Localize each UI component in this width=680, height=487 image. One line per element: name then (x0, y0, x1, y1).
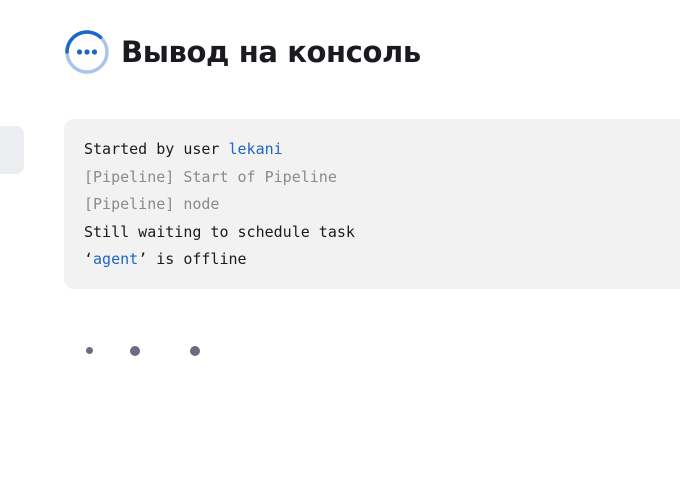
console-line-agent-offline: ‘agent’ is offline (84, 246, 680, 274)
console-line-pipeline-node: [Pipeline] node (84, 195, 220, 213)
page-header: Вывод на консоль (64, 29, 421, 75)
console-output: Started by user lekani [Pipeline] Start … (64, 119, 680, 289)
user-link[interactable]: lekani (229, 140, 283, 158)
side-panel-tab[interactable] (0, 126, 24, 174)
console-line-prefix: Started by user (84, 140, 229, 158)
console-line-waiting: Still waiting to schedule task (84, 222, 355, 241)
console-line-prefix: ‘ (84, 250, 94, 268)
in-progress-icon (64, 29, 110, 75)
loading-dot (130, 346, 140, 356)
console-line-pipeline-start: [Pipeline] Start of Pipeline (84, 167, 337, 186)
agent-link[interactable]: agent (93, 250, 138, 268)
page-title: Вывод на консоль (121, 35, 421, 69)
loading-dots-icon (80, 336, 210, 366)
loading-dot (86, 347, 93, 354)
console-line-started-by: Started by user lekani (84, 136, 680, 164)
console-line-suffix: ’ is offline (138, 250, 247, 268)
loading-dot (190, 346, 200, 356)
